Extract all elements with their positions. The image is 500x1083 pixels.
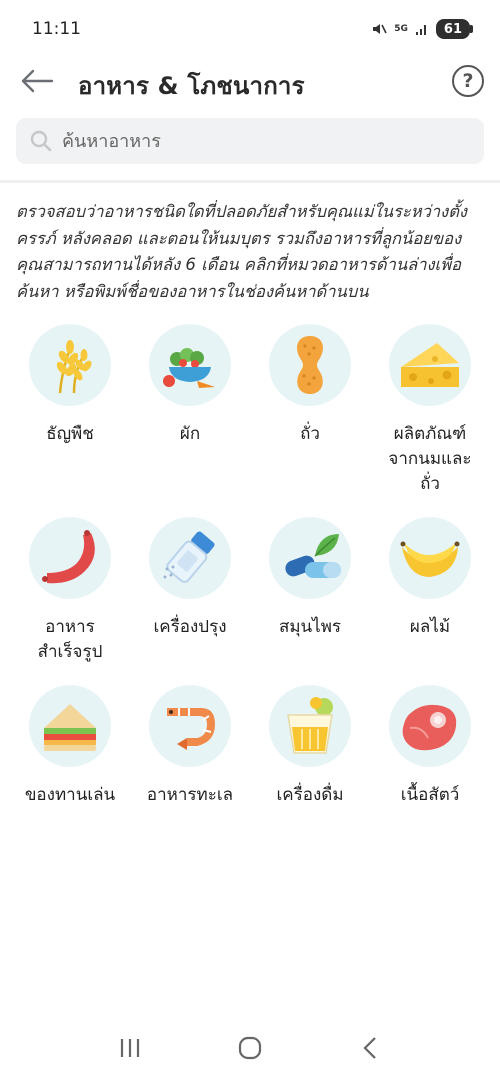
category-vegetables[interactable]: ผัก [130, 324, 250, 447]
category-fruits[interactable]: ผลไม้ [370, 517, 490, 640]
help-icon: ? [462, 70, 474, 92]
peanut-icon [269, 324, 351, 406]
battery-indicator: 61 [435, 19, 474, 39]
back-arrow-icon [20, 69, 54, 97]
vegetable-bowl-icon [149, 324, 231, 406]
category-grains[interactable]: ธัญพืช [10, 324, 130, 447]
divider [0, 180, 500, 183]
recent-apps-icon [118, 1037, 142, 1063]
system-back-button[interactable] [350, 1030, 390, 1070]
description-text: ตรวจสอบว่าอาหารชนิดใดที่ปลอดภัยสำหรับคุณ… [16, 202, 467, 301]
help-button[interactable]: ? [452, 65, 484, 97]
category-label: ของทานเล่น [24, 785, 116, 805]
sandwich-icon [29, 685, 111, 767]
category-label: ผลไม้ [409, 617, 451, 637]
category-label: เครื่องดื่ม [276, 785, 344, 805]
category-label: ถั่ว [300, 424, 320, 444]
category-drinks[interactable]: เครื่องดื่ม [250, 685, 370, 808]
category-processed-food[interactable]: อาหาร สำเร็จรูป [10, 517, 130, 665]
category-label: สมุนไพร [278, 617, 342, 637]
back-chevron-icon [362, 1036, 378, 1064]
category-seafood[interactable]: อาหารทะเล [130, 685, 250, 808]
category-label: อาหารทะเล [146, 785, 234, 805]
status-icons: 5G 61 [371, 19, 474, 39]
category-label: อาหาร สำเร็จรูป [37, 617, 103, 662]
category-label: ธัญพืช [46, 424, 94, 444]
home-button[interactable] [230, 1030, 270, 1070]
cheese-icon [389, 324, 471, 406]
mute-icon [371, 21, 387, 37]
category-herbs[interactable]: สมุนไพร [250, 517, 370, 640]
category-label: เครื่องปรุง [153, 617, 227, 637]
status-time: 11:11 [32, 19, 81, 39]
page-title: อาหาร & โภชนาการ [78, 72, 305, 100]
shrimp-icon [149, 685, 231, 767]
wheat-icon [29, 324, 111, 406]
sausage-icon [29, 517, 111, 599]
category-label: ผลิตภัณฑ์ จากนมและ ถั่ว [388, 424, 472, 494]
search-bar[interactable] [16, 118, 484, 164]
banana-icon [389, 517, 471, 599]
recent-apps-button[interactable] [110, 1030, 150, 1070]
category-label: เนื้อสัตว์ [400, 785, 460, 805]
search-input[interactable] [62, 130, 462, 152]
home-icon [238, 1036, 262, 1064]
back-button[interactable] [18, 68, 56, 98]
system-nav-bar [0, 1030, 500, 1070]
herb-capsule-icon [269, 517, 351, 599]
category-snacks[interactable]: ของทานเล่น [10, 685, 130, 808]
steak-icon [389, 685, 471, 767]
category-meat[interactable]: เนื้อสัตว์ [370, 685, 490, 808]
status-bar: 11:11 5G 61 [0, 0, 500, 58]
network-label: 5G [394, 23, 408, 34]
app-header: อาหาร & โภชนาการ ? [0, 58, 500, 108]
category-dairy[interactable]: ผลิตภัณฑ์ จากนมและ ถั่ว [370, 324, 490, 497]
drink-glass-icon [269, 685, 351, 767]
network-5g-icon: 5G [394, 23, 408, 34]
search-icon [26, 126, 56, 156]
category-nuts[interactable]: ถั่ว [250, 324, 370, 447]
category-label: ผัก [179, 424, 201, 444]
signal-icon [415, 22, 429, 36]
salt-shaker-icon [149, 517, 231, 599]
category-seasoning[interactable]: เครื่องปรุง [130, 517, 250, 640]
